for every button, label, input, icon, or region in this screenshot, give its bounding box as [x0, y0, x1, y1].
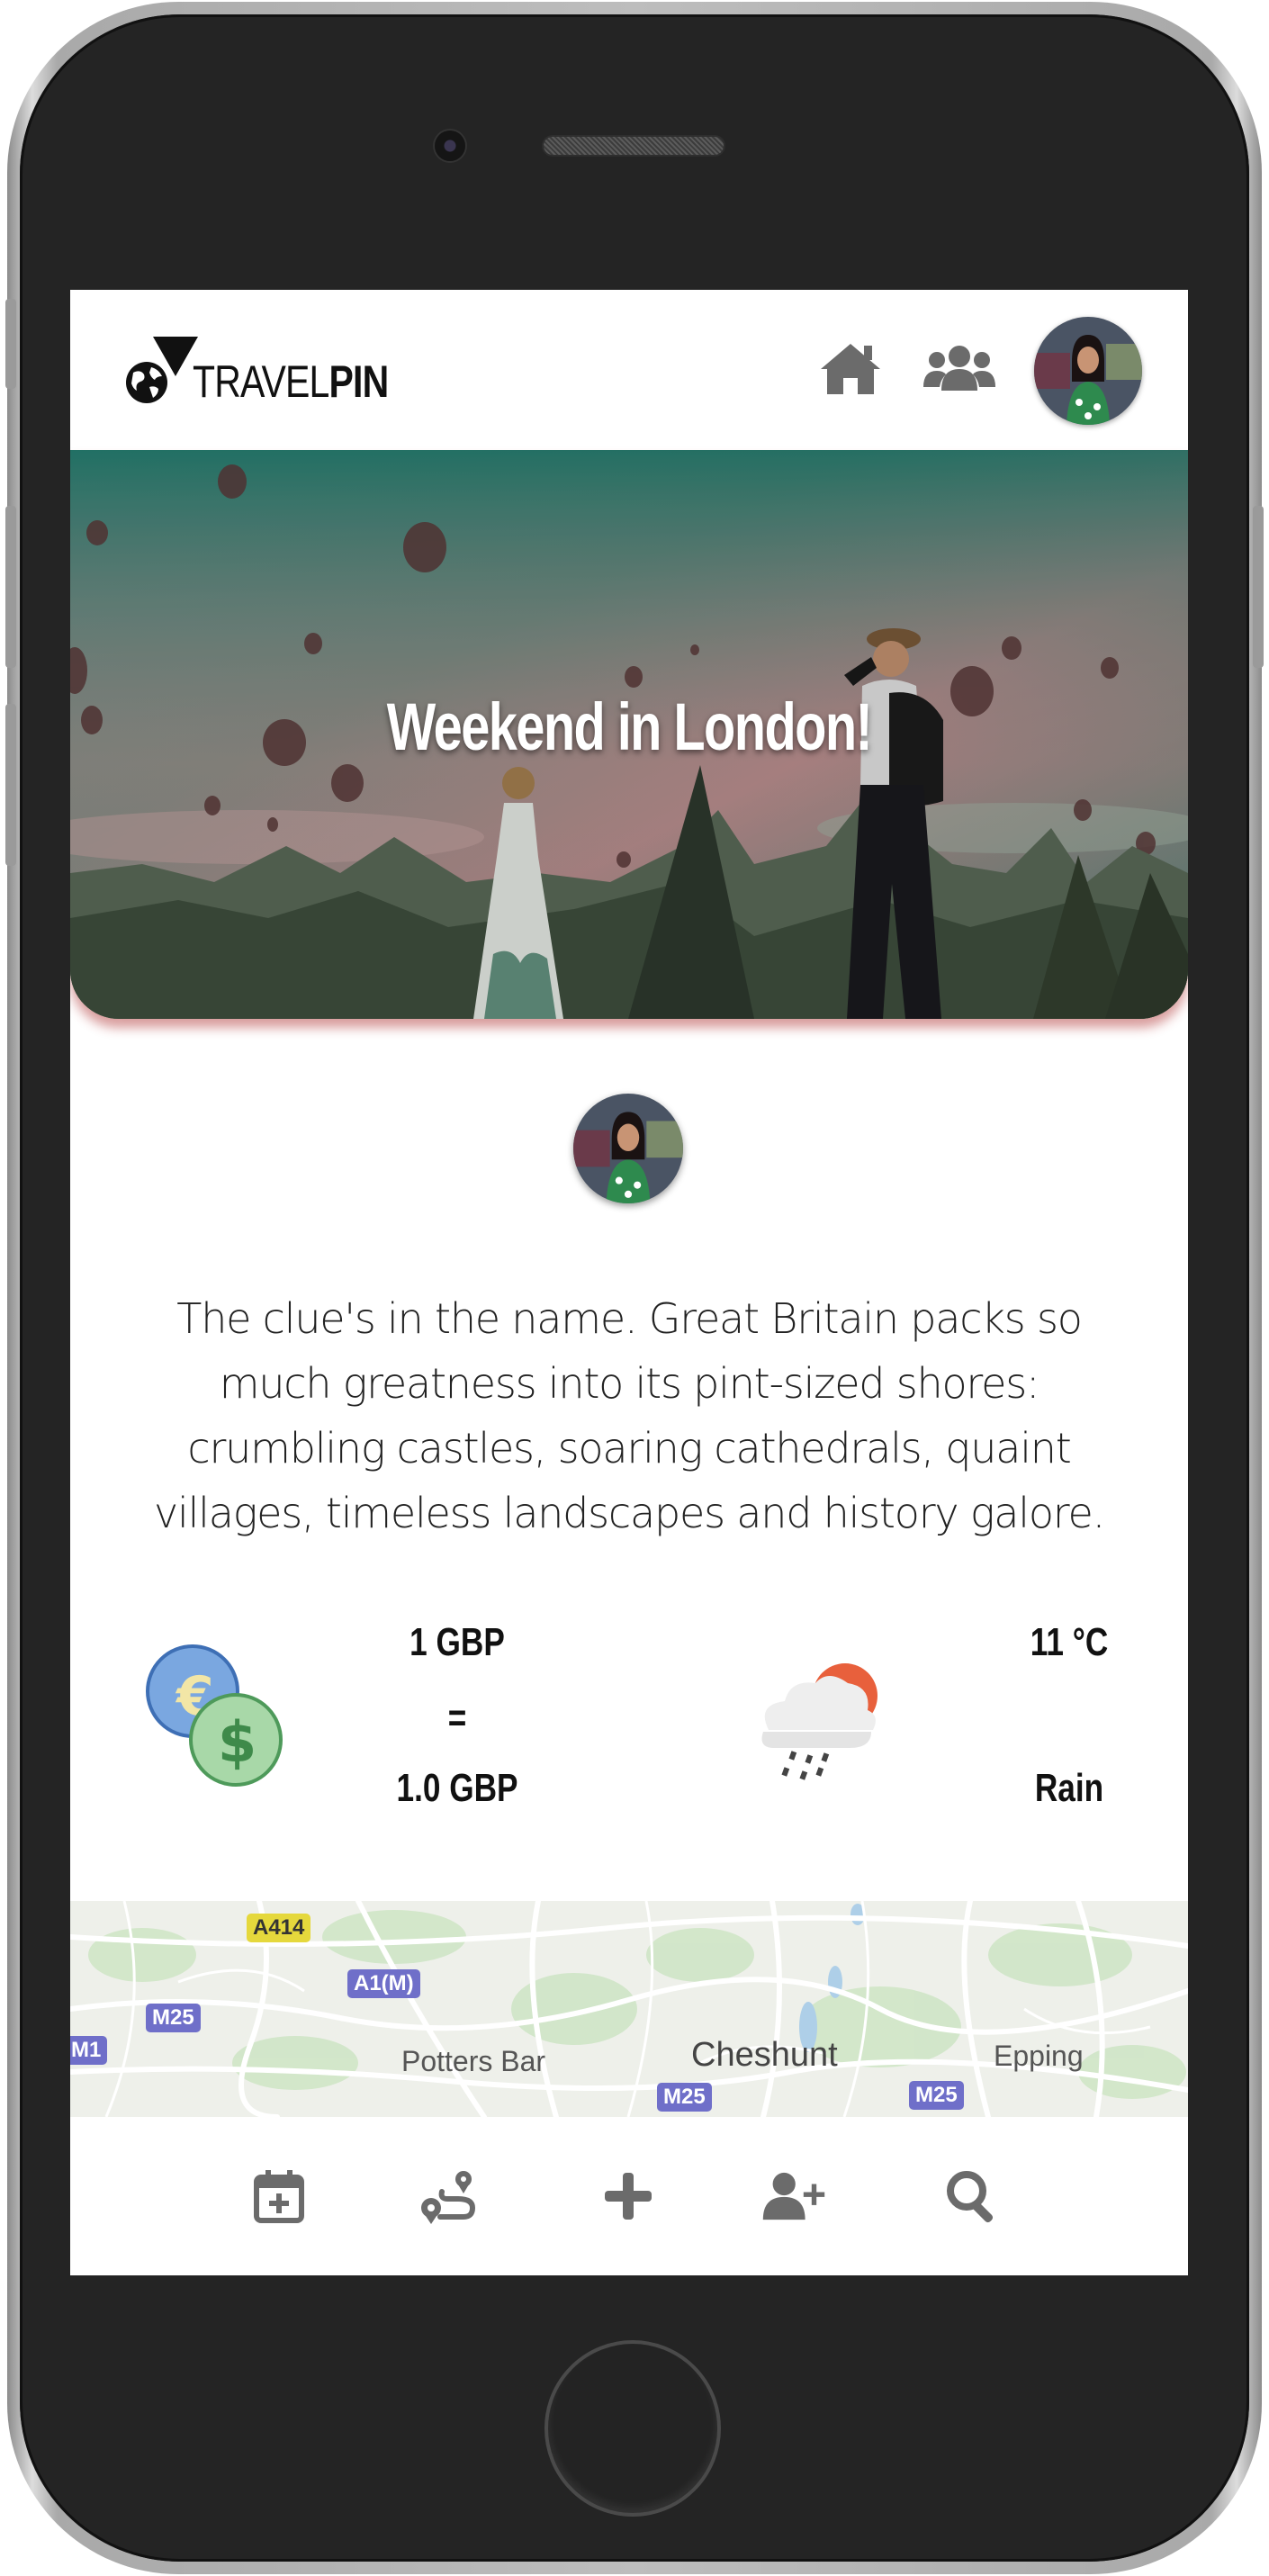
currency-equals: =	[447, 1696, 467, 1740]
phone-home-button[interactable]	[544, 2340, 721, 2517]
logo-wordmark: TRAVELPIN	[193, 356, 389, 407]
road-badge: M1	[70, 2036, 108, 2065]
users-icon[interactable]	[923, 342, 995, 394]
weather-condition: Rain	[1034, 1766, 1104, 1810]
route-button[interactable]	[416, 2164, 481, 2229]
trip-map[interactable]: A414 A1(M) M25 M1 M25 M25 Potters Bar Ch…	[70, 1901, 1188, 2117]
app-screen: TRAVELPIN Weekend in London! The clue's …	[70, 290, 1188, 2275]
author-avatar[interactable]	[573, 1094, 683, 1203]
map-tiles	[70, 1901, 1188, 2117]
road-badge: M25	[657, 2083, 712, 2112]
power-button	[1253, 506, 1264, 668]
app-logo[interactable]: TRAVELPIN	[124, 331, 389, 412]
trip-hero-banner[interactable]: Weekend in London!	[70, 450, 1188, 1019]
bottom-navigation	[70, 2117, 1188, 2275]
search-icon	[947, 2171, 994, 2223]
volume-up-button	[5, 506, 16, 668]
globe-icon	[126, 362, 167, 403]
profile-avatar[interactable]	[1034, 317, 1142, 425]
add-button[interactable]	[596, 2164, 661, 2229]
earpiece-speaker	[544, 137, 724, 155]
currency-to: 1.0 GBP	[396, 1766, 518, 1810]
road-badge: A414	[247, 1914, 311, 1942]
route-icon	[421, 2171, 476, 2224]
calendar-plus-icon	[254, 2170, 304, 2223]
svg-text:$: $	[218, 1709, 256, 1775]
add-user-icon	[762, 2172, 825, 2220]
rain-sun-cloud-icon	[761, 1663, 878, 1780]
map-place-label: Potters Bar	[401, 2045, 546, 2077]
app-header: TRAVELPIN	[70, 290, 1188, 450]
mute-switch	[5, 299, 16, 389]
trip-title: Weekend in London!	[386, 689, 873, 764]
road-badge: M25	[146, 2004, 201, 2032]
currency-from: 1 GBP	[410, 1620, 505, 1664]
map-place-label: Cheshunt	[691, 2036, 838, 2074]
plus-icon	[605, 2173, 652, 2220]
add-friend-button[interactable]	[761, 2164, 826, 2229]
add-event-button[interactable]	[247, 2164, 311, 2229]
search-button[interactable]	[940, 2164, 1004, 2229]
road-badge: M25	[909, 2081, 964, 2110]
currency-exchange-icon: € $	[146, 1644, 283, 1787]
home-icon[interactable]	[819, 340, 882, 396]
volume-down-button	[5, 704, 16, 866]
trip-description: The clue's in the name. Great Britain pa…	[153, 1294, 1105, 1537]
front-camera	[435, 131, 465, 161]
weather-temperature: 11 °C	[1030, 1620, 1109, 1664]
map-place-label: Epping	[994, 2040, 1084, 2072]
road-badge: A1(M)	[347, 1969, 420, 1998]
